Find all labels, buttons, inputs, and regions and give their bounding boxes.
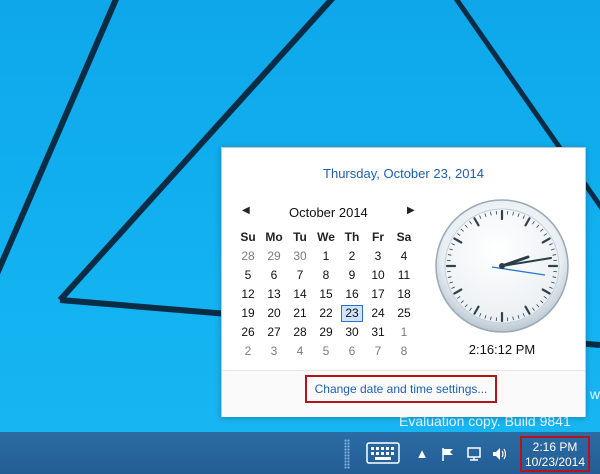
taskbar-clock-date: 10/23/2014 [524,455,586,469]
calendar-day[interactable]: 31 [365,323,391,342]
network-icon[interactable] [466,446,482,462]
next-month-button[interactable]: ▶ [407,205,415,216]
calendar-day[interactable]: 29 [261,247,287,266]
calendar-day[interactable]: 7 [287,266,313,285]
calendar-day[interactable]: 3 [261,342,287,361]
speaker-icon[interactable] [491,446,507,462]
weekday-label: Su [240,230,256,244]
calendar-week-row: 19 20 21 22 23 24 25 [235,304,417,323]
calendar-day[interactable]: 5 [313,342,339,361]
calendar-grid: Su Mo Tu We Th Fr Sa 28 29 30 1 2 3 4 5 … [235,228,417,361]
calendar-week-row: 28 29 30 1 2 3 4 [235,247,417,266]
calendar-day[interactable]: 2 [339,247,365,266]
calendar-day-today[interactable]: 23 [339,304,365,323]
calendar-week-row: 26 27 28 29 30 31 1 [235,323,417,342]
weekday-label: We [317,230,335,244]
calendar-day[interactable]: 30 [339,323,365,342]
flag-icon[interactable] [440,446,456,462]
calendar-day[interactable]: 5 [235,266,261,285]
calendar-day[interactable]: 30 [287,247,313,266]
calendar-week-row: 2 3 4 5 6 7 8 [235,342,417,361]
calendar-day[interactable]: 18 [391,285,417,304]
calendar-day[interactable]: 28 [287,323,313,342]
calendar-day[interactable]: 6 [261,266,287,285]
taskbar-clock-time: 2:16 PM [532,440,578,454]
calendar-day[interactable]: 4 [287,342,313,361]
calendar-day[interactable]: 9 [339,266,365,285]
calendar-day[interactable]: 1 [391,323,417,342]
weekday-header-row: Su Mo Tu We Th Fr Sa [235,228,417,247]
taskbar [0,432,600,474]
previous-month-button[interactable]: ◀ [242,205,250,216]
calendar-day[interactable]: 25 [391,304,417,323]
calendar-week-row: 5 6 7 8 9 10 11 [235,266,417,285]
calendar-day[interactable]: 22 [313,304,339,323]
weekday-label: Tu [293,230,307,244]
calendar-day[interactable]: 8 [313,266,339,285]
calendar-day[interactable]: 3 [365,247,391,266]
weekday-label: Fr [372,230,384,244]
calendar-day[interactable]: 14 [287,285,313,304]
calendar-day[interactable]: 21 [287,304,313,323]
calendar-day[interactable]: 13 [261,285,287,304]
analog-clock [435,199,569,333]
long-date-header[interactable]: Thursday, October 23, 2014 [222,166,585,181]
calendar-week-row: 12 13 14 15 16 17 18 [235,285,417,304]
calendar-day[interactable]: 27 [261,323,287,342]
digital-time: 2:16:12 PM [468,342,536,357]
calendar-day[interactable]: 11 [391,266,417,285]
date-time-flyout: Thursday, October 23, 2014 ◀ October 201… [221,147,586,417]
calendar-day[interactable]: 1 [313,247,339,266]
calendar-day[interactable]: 29 [313,323,339,342]
calendar-day[interactable]: 24 [365,304,391,323]
calendar-day[interactable]: 26 [235,323,261,342]
calendar-day[interactable]: 12 [235,285,261,304]
calendar-day[interactable]: 20 [261,304,287,323]
today-marker: 23 [341,304,363,322]
calendar-day[interactable]: 16 [339,285,365,304]
change-date-time-settings-link[interactable]: Change date and time settings... [305,375,497,403]
taskbar-clock[interactable]: 2:16 PM 10/23/2014 [520,436,590,472]
calendar-day[interactable]: 10 [365,266,391,285]
chevron-up-icon[interactable]: ▲ [414,446,430,462]
calendar-day[interactable]: 15 [313,285,339,304]
month-label[interactable]: October 2014 [289,205,368,220]
calendar-day[interactable]: 28 [235,247,261,266]
calendar-day[interactable]: 6 [339,342,365,361]
calendar-day[interactable]: 8 [391,342,417,361]
weekday-label: Mo [265,230,283,244]
touch-keyboard-icon[interactable] [366,442,400,464]
calendar-day[interactable]: 17 [365,285,391,304]
calendar-day[interactable]: 7 [365,342,391,361]
weekday-label: Sa [396,230,412,244]
calendar-day[interactable]: 19 [235,304,261,323]
toolbar-grip[interactable] [344,439,350,469]
calendar-day[interactable]: 4 [391,247,417,266]
calendar-day[interactable]: 2 [235,342,261,361]
weekday-label: Th [344,230,360,244]
